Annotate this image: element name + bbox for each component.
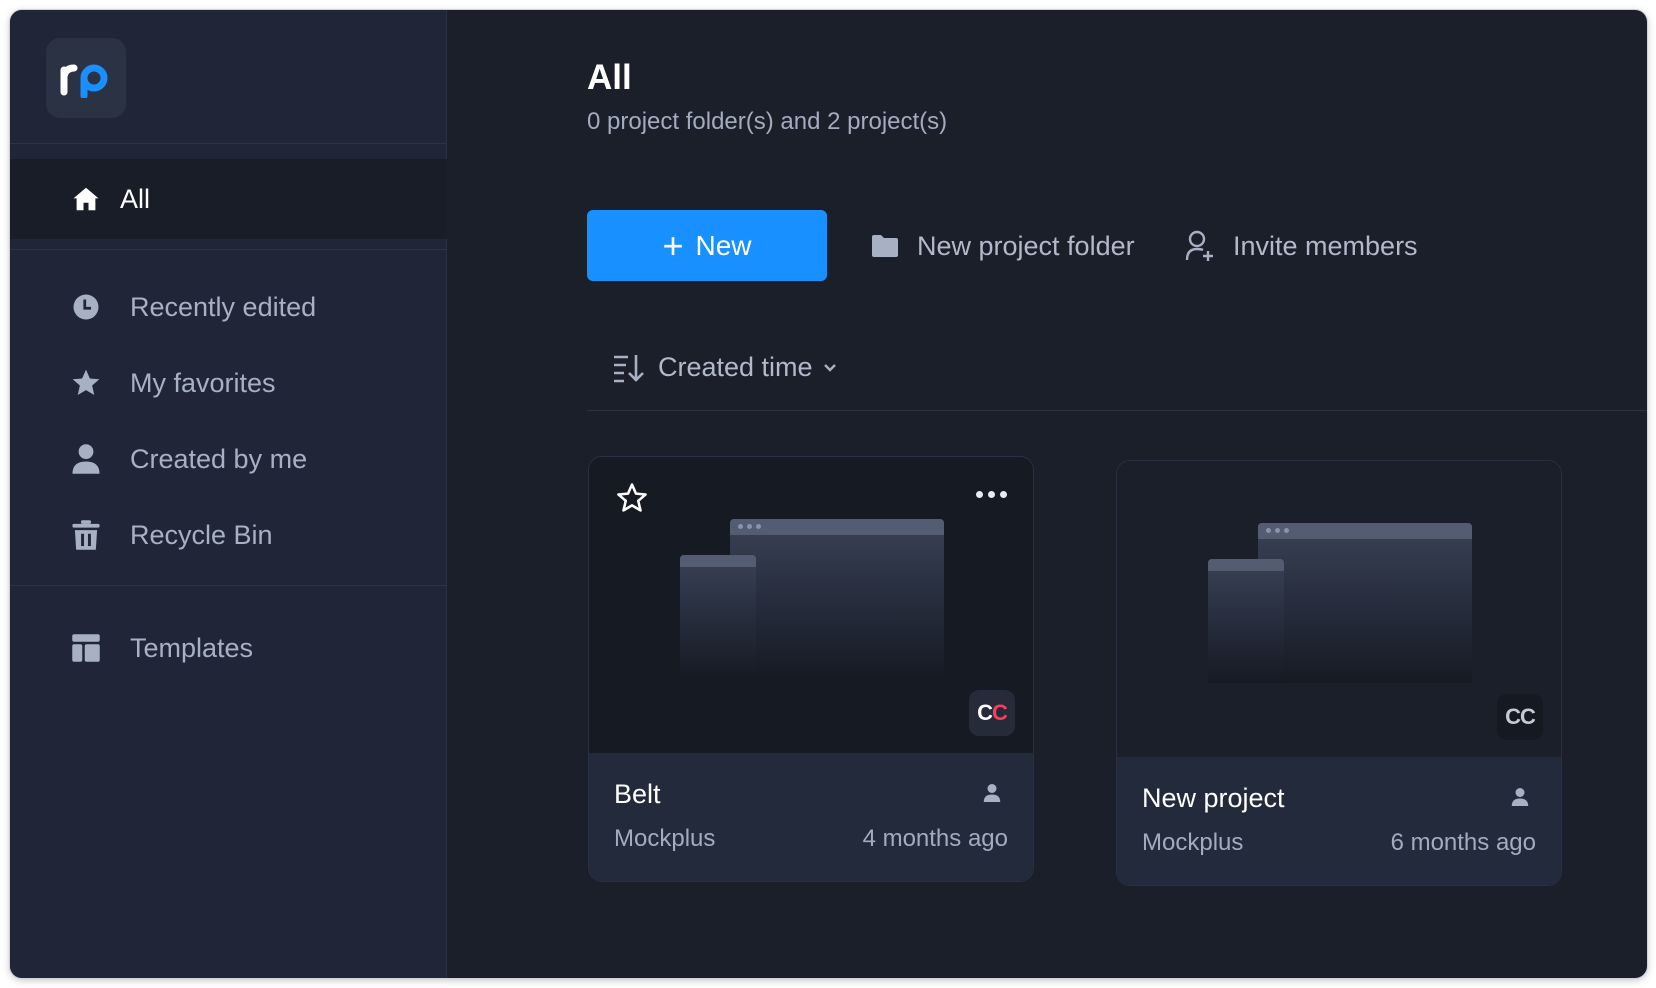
home-icon — [70, 183, 102, 215]
user-icon — [70, 443, 102, 475]
app-logo[interactable] — [46, 38, 126, 118]
page-title: All — [587, 58, 632, 97]
divider — [10, 143, 447, 144]
rp-logo-icon — [60, 64, 108, 98]
new-button-label: New — [695, 229, 752, 261]
project-card[interactable]: CC New project Mockplus 6 months ago — [1116, 460, 1562, 886]
cc-badge: CC — [969, 690, 1015, 736]
star-outline-icon[interactable] — [615, 481, 649, 520]
sidebar-item-label: All — [120, 183, 151, 214]
project-card[interactable]: CC Belt Mockplus 4 months ago — [588, 456, 1034, 882]
project-updated: 4 months ago — [862, 825, 1008, 852]
project-team: Mockplus — [614, 825, 716, 852]
project-team: Mockplus — [1142, 829, 1244, 856]
new-project-folder-label: New project folder — [917, 230, 1135, 261]
project-updated: 6 months ago — [1390, 829, 1536, 856]
badge-text: CC — [977, 700, 1008, 725]
divider — [587, 410, 1647, 411]
sidebar-item-created-by-me[interactable]: Created by me — [10, 419, 447, 499]
sidebar-item-label: Recycle Bin — [130, 519, 273, 550]
sidebar-item-label: My favorites — [130, 367, 276, 398]
sidebar-item-my-favorites[interactable]: My favorites — [10, 343, 447, 423]
project-name: New project — [1142, 783, 1285, 813]
sort-label: Created time — [658, 352, 813, 382]
mock-screen — [1258, 523, 1472, 683]
user-icon — [983, 783, 1001, 803]
app-window: All Recently edited My favorites Created… — [10, 10, 1647, 978]
trash-icon — [70, 519, 102, 551]
invite-members-label: Invite members — [1233, 230, 1418, 261]
invite-members-button[interactable]: Invite members — [1185, 222, 1418, 270]
divider — [10, 585, 447, 586]
sidebar-item-templates[interactable]: Templates — [10, 608, 447, 688]
page-subtitle: 0 project folder(s) and 2 project(s) — [587, 108, 948, 135]
add-user-icon — [1185, 230, 1215, 262]
cc-badge: CC — [1497, 694, 1543, 740]
folder-icon — [871, 234, 899, 258]
sidebar-item-all[interactable]: All — [10, 159, 447, 239]
project-thumbnail[interactable]: CC — [1117, 461, 1561, 757]
sidebar-item-label: Recently edited — [130, 291, 317, 322]
chevron-down-icon — [823, 363, 837, 373]
project-card-footer: New project Mockplus 6 months ago — [1117, 757, 1561, 885]
badge-text: CC — [1505, 704, 1536, 729]
project-name: Belt — [614, 779, 661, 809]
template-icon — [70, 632, 102, 664]
divider — [10, 249, 447, 250]
sort-dropdown[interactable]: Created time — [612, 352, 837, 383]
new-button[interactable]: + New — [587, 210, 827, 281]
sidebar-item-label: Created by me — [130, 443, 308, 474]
plus-icon: + — [662, 224, 684, 266]
star-icon — [70, 367, 102, 399]
user-icon — [1511, 787, 1529, 807]
mock-screen — [730, 519, 944, 679]
more-icon[interactable] — [976, 491, 1007, 498]
project-thumbnail[interactable]: CC — [589, 457, 1033, 753]
project-card-footer: Belt Mockplus 4 months ago — [589, 753, 1033, 881]
clock-icon — [70, 291, 102, 323]
sort-icon — [612, 353, 644, 383]
new-project-folder-button[interactable]: New project folder — [871, 222, 1135, 270]
main-content: All 0 project folder(s) and 2 project(s)… — [447, 10, 1647, 978]
sidebar-item-recycle-bin[interactable]: Recycle Bin — [10, 495, 447, 575]
mock-screen — [1208, 559, 1284, 683]
sidebar-item-recently-edited[interactable]: Recently edited — [10, 267, 447, 347]
sidebar-item-label: Templates — [130, 632, 254, 663]
mock-screen — [680, 555, 756, 679]
sidebar: All Recently edited My favorites Created… — [10, 10, 447, 978]
